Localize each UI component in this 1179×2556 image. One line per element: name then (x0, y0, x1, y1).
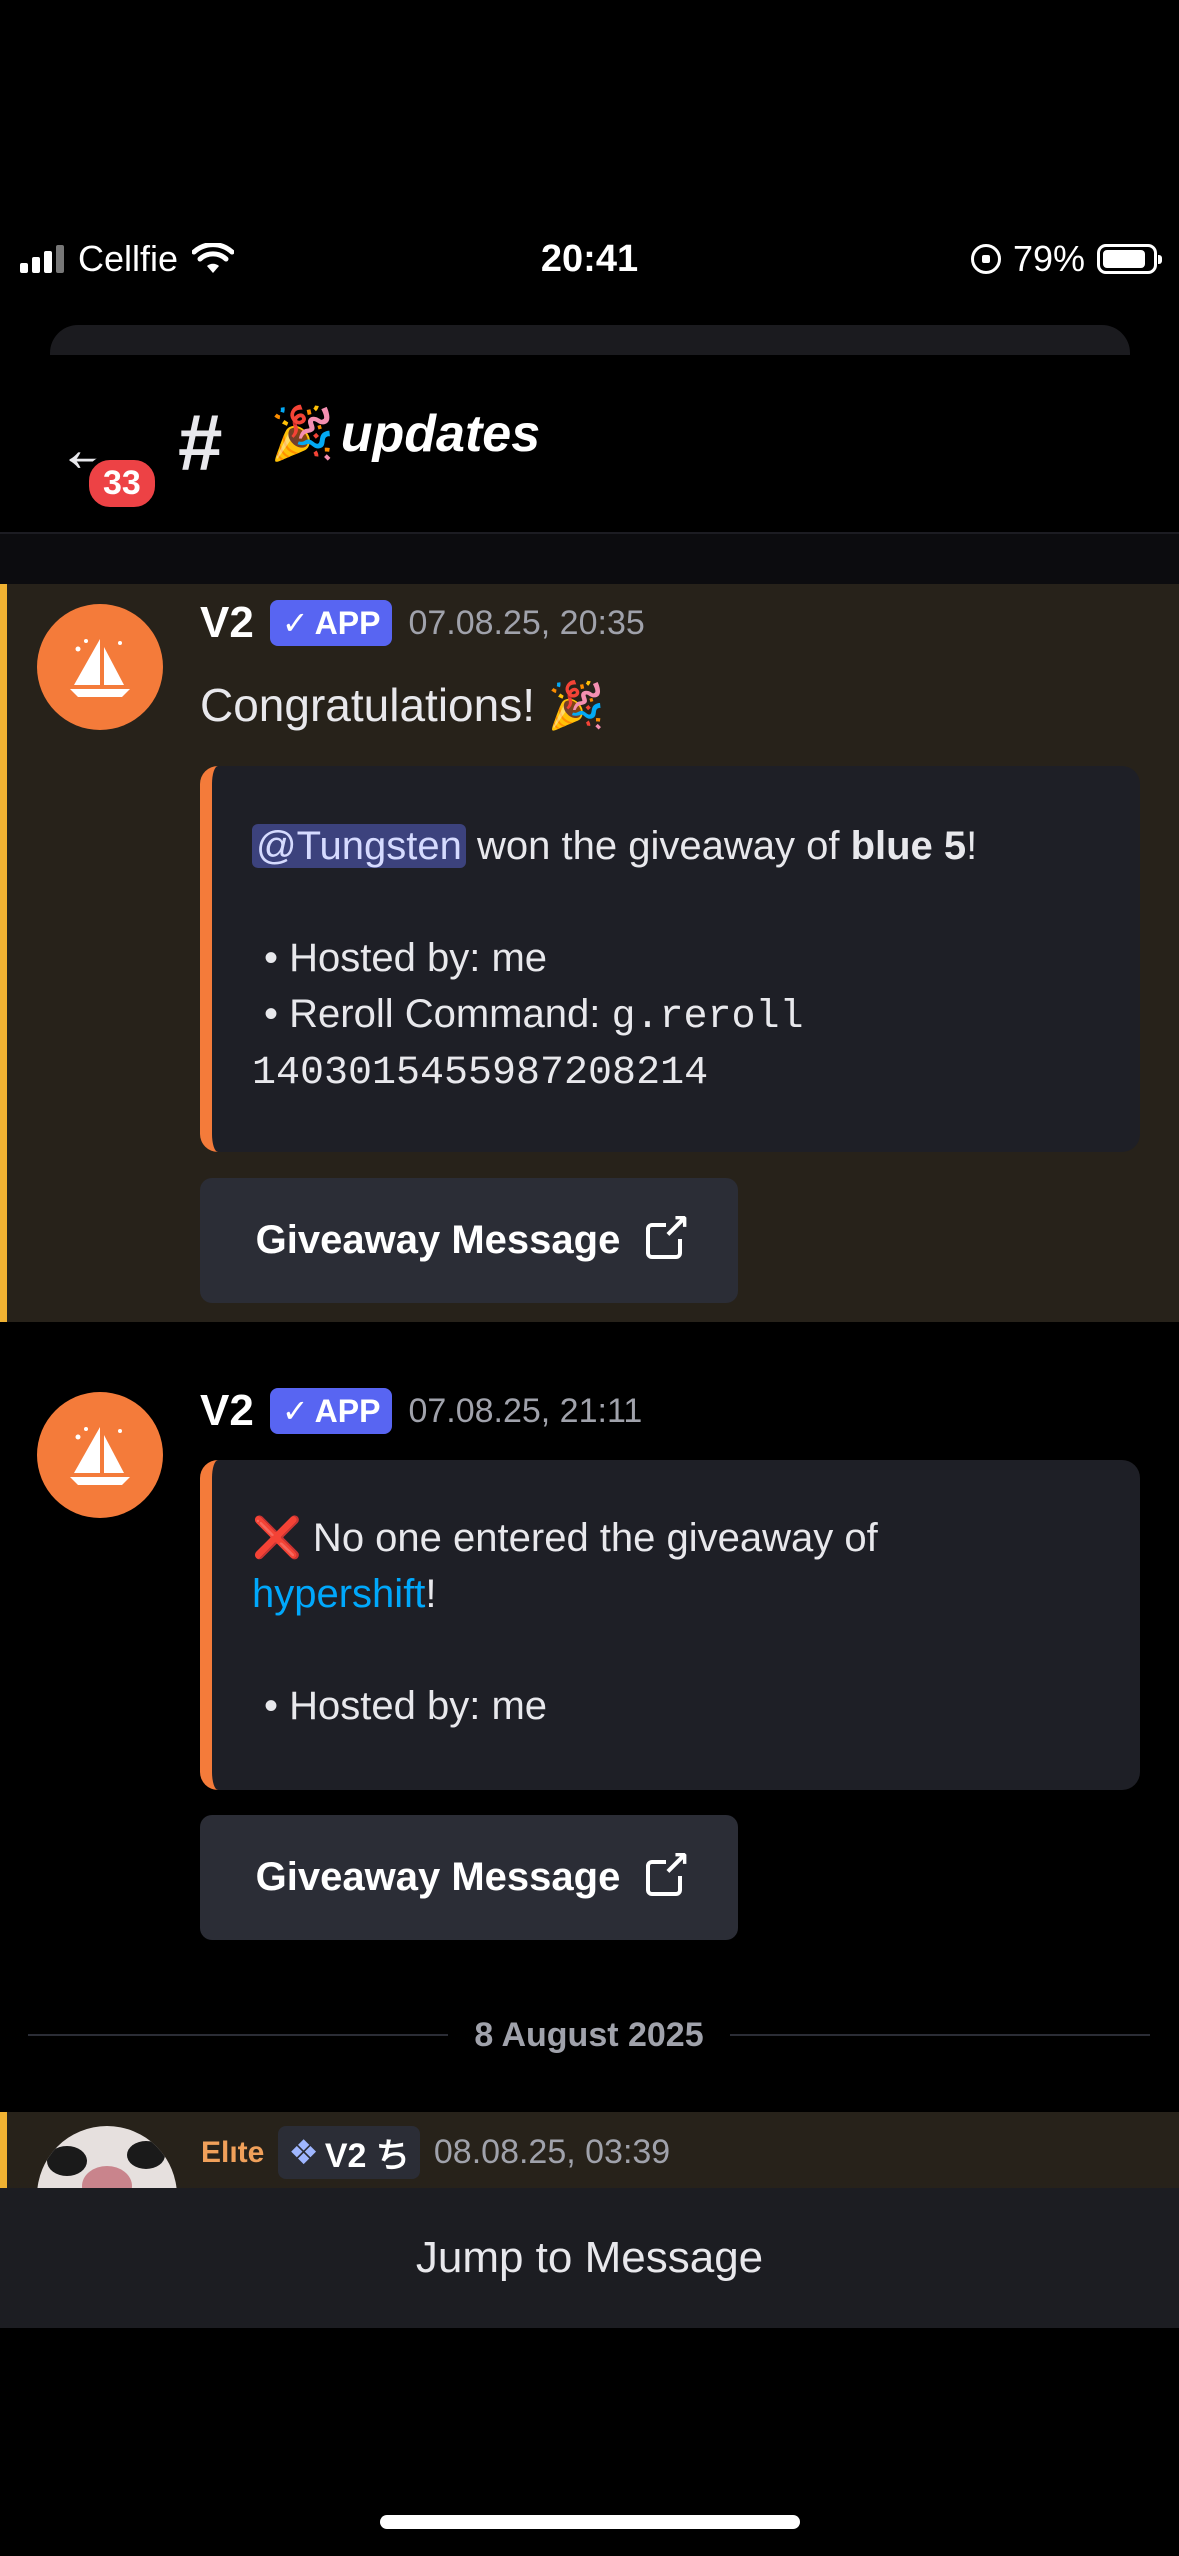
jump-to-message-button[interactable]: Jump to Message (0, 2188, 1179, 2328)
app-badge-label: APP (314, 604, 381, 641)
sailboat-icon (70, 1427, 130, 1485)
user-mention[interactable]: @Tungsten (252, 824, 466, 868)
timestamp: 08.08.25, 03:39 (433, 2133, 671, 2171)
channel-name: updates (340, 404, 541, 463)
author-name[interactable]: Elıte (201, 2136, 264, 2170)
giveaway-embed: @Tungsten won the giveaway of blue 5! • … (200, 766, 1140, 1152)
avatar[interactable] (37, 1392, 163, 1518)
date-label: 8 August 2025 (474, 2015, 704, 2054)
status-bar: Cellfie 20:41 79% (0, 0, 1179, 330)
channel-title[interactable]: 🎉 updates (270, 403, 540, 464)
author-name[interactable]: V2 (200, 598, 254, 648)
message-text: Congratulations! 🎉 (200, 679, 606, 731)
prize-link[interactable]: hypershift (252, 1572, 425, 1616)
rotation-lock-icon (970, 244, 1001, 274)
party-popper-icon: 🎉 (270, 405, 335, 463)
channel-header: ← 33 # 🎉 updates (0, 355, 1179, 532)
embed-line-winner: @Tungsten won the giveaway of blue 5! (252, 818, 1140, 874)
hosted-line: • Hosted by: me (264, 936, 548, 980)
header-divider (0, 532, 1179, 586)
prize-name: blue 5 (850, 824, 967, 868)
embed-text: ! (966, 824, 978, 868)
embed-text: No one entered the giveaway of (301, 1516, 878, 1560)
giveaway-message-button[interactable]: Giveaway Message (200, 1178, 738, 1303)
message-header: V2 ✓ APP 07.08.25, 21:11 (200, 1386, 642, 1436)
message-header: Elıte ❖ V2 ち 08.08.25, 03:39 (201, 2126, 670, 2179)
message-highlighted-partial[interactable]: Elıte ❖ V2 ち 08.08.25, 03:39 (0, 2112, 1179, 2188)
app-badge: ✓ APP (269, 600, 393, 646)
reroll-line: • Reroll Command: g.reroll (252, 986, 1140, 1046)
reroll-label: • Reroll Command: (264, 992, 612, 1036)
timestamp: 07.08.25, 21:11 (408, 1391, 643, 1430)
check-icon: ✓ (281, 605, 309, 641)
giveaway-embed: ❌ No one entered the giveaway of hypersh… (200, 1460, 1140, 1790)
app-badge: ✓ APP (269, 1388, 393, 1434)
timestamp: 07.08.25, 20:35 (408, 603, 645, 642)
battery-percent: 79% (1012, 238, 1085, 279)
author-name[interactable]: V2 (200, 1386, 254, 1436)
status-right: 79% (970, 238, 1162, 280)
app-badge-label: APP (314, 1392, 381, 1429)
reroll-id: 1403015455987208214 (252, 1051, 709, 1096)
battery-icon (1097, 244, 1162, 274)
server-tag: ❖ V2 ち (278, 2126, 420, 2179)
server-tag-label: V2 ち (324, 2137, 410, 2175)
avatar[interactable] (37, 604, 163, 730)
external-link-icon (646, 1207, 690, 1259)
unread-badge: 33 (84, 455, 160, 512)
embed-text: ! (425, 1572, 437, 1616)
hosted-line: • Hosted by: me (264, 1684, 548, 1728)
reroll-command: g.reroll (611, 995, 804, 1040)
embed-line-none: ❌ No one entered the giveaway of (252, 1510, 1140, 1566)
button-label: Giveaway Message (255, 1218, 621, 1262)
diamond-icon: ❖ (288, 2133, 319, 2172)
giveaway-message-button[interactable]: Giveaway Message (200, 1815, 738, 1940)
check-icon: ✓ (281, 1393, 309, 1429)
date-separator: 8 August 2025 (28, 2000, 1150, 2070)
home-indicator[interactable] (380, 2515, 800, 2529)
cross-mark-icon: ❌ (252, 1516, 302, 1560)
avatar[interactable] (37, 2126, 177, 2188)
separator-line (28, 2034, 449, 2036)
sheet-edge (50, 325, 1130, 355)
sailboat-icon (70, 639, 130, 697)
separator-line (729, 2034, 1150, 2036)
channel-hash-icon: # (178, 398, 223, 487)
button-label: Giveaway Message (255, 1855, 621, 1899)
external-link-icon (646, 1844, 690, 1896)
embed-line-prize: hypershift! (252, 1566, 1140, 1622)
jump-label: Jump to Message (415, 2233, 764, 2282)
embed-text: won the giveaway of (465, 824, 851, 868)
message-header: V2 ✓ APP 07.08.25, 20:35 (200, 598, 645, 648)
